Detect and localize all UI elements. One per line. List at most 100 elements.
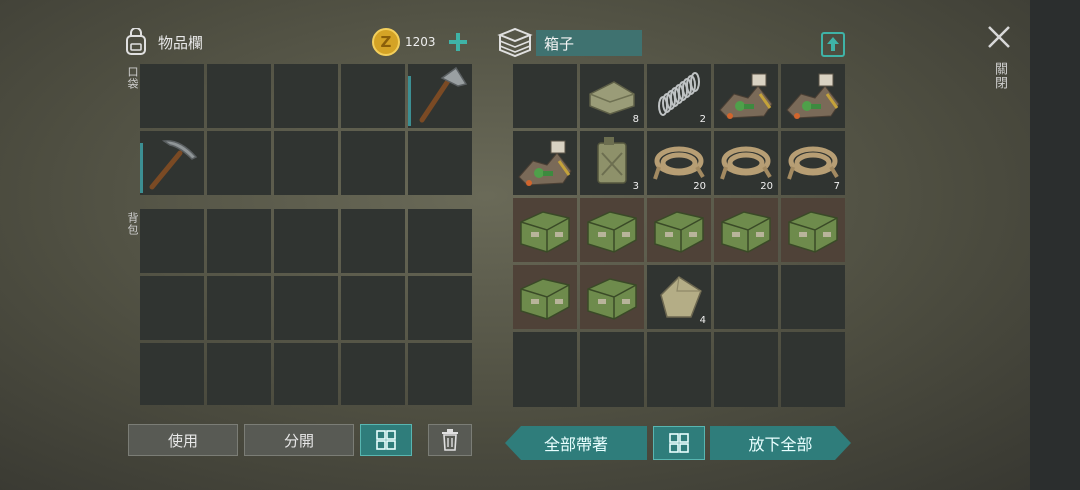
container-slot[interactable] <box>781 393 845 407</box>
pocket-slot[interactable] <box>207 131 271 195</box>
pocket-slot[interactable] <box>274 64 338 128</box>
close-icon[interactable] <box>986 24 1012 50</box>
backpack-slot[interactable] <box>408 276 472 340</box>
currency-amount: 1203 <box>405 35 436 49</box>
container-grid: 8 2 3 20 20 7 4 <box>513 64 845 396</box>
container-slot-cloth[interactable]: 8 <box>580 64 644 128</box>
container-slot[interactable] <box>714 332 778 396</box>
container-slot-crate[interactable] <box>714 198 778 262</box>
scrap-pile-icon <box>518 140 572 186</box>
container-slot[interactable] <box>714 393 778 407</box>
crate-icon <box>520 278 570 320</box>
container-sort-button[interactable] <box>653 426 705 460</box>
container-slot[interactable] <box>647 393 711 407</box>
backpack-slot[interactable] <box>341 343 405 405</box>
container-slot-rope[interactable]: 7 <box>781 131 845 195</box>
pocket-slot-axe[interactable] <box>408 64 472 128</box>
crate-icon <box>587 278 637 320</box>
container-slot-spring[interactable]: 2 <box>647 64 711 128</box>
sort-button[interactable] <box>360 424 412 456</box>
trash-icon <box>442 429 458 451</box>
svg-text:Z: Z <box>381 33 392 51</box>
backpack-label: 背包 <box>126 212 139 236</box>
coin-icon: Z <box>372 28 400 56</box>
pocket-label: 口袋 <box>126 66 139 90</box>
scrap-pile-icon <box>719 73 773 119</box>
item-quantity: 20 <box>693 181 706 192</box>
container-slot-rope[interactable]: 20 <box>647 131 711 195</box>
container-slot[interactable] <box>714 265 778 329</box>
close-label[interactable]: 關閉 <box>990 62 1009 90</box>
upload-icon[interactable] <box>820 30 846 58</box>
backpack-icon <box>126 28 146 55</box>
currency-display: Z 1203 <box>371 27 468 57</box>
container-slot-crate[interactable] <box>580 265 644 329</box>
backpack-slot[interactable] <box>408 343 472 405</box>
item-quantity: 7 <box>833 181 840 192</box>
pocket-slot[interactable] <box>408 131 472 195</box>
pocket-slot[interactable] <box>341 131 405 195</box>
backpack-slot[interactable] <box>207 343 271 405</box>
scrap-pile-icon <box>786 73 840 119</box>
trash-button[interactable] <box>428 424 472 456</box>
drop-all-button[interactable]: 放下全部 <box>710 426 851 460</box>
pocket-grid <box>140 64 472 195</box>
take-all-button[interactable]: 全部帶著 <box>505 426 647 460</box>
container-grid-overflow <box>513 393 845 407</box>
container-slot-crate[interactable] <box>647 198 711 262</box>
use-button[interactable]: 使用 <box>128 424 238 456</box>
backpack-slot[interactable] <box>341 276 405 340</box>
container-slot-jerrycan[interactable]: 3 <box>580 131 644 195</box>
item-quantity: 3 <box>632 181 639 192</box>
pocket-slot-pickaxe[interactable] <box>140 131 204 195</box>
add-currency-icon[interactable] <box>448 32 468 52</box>
backpack-slot[interactable] <box>408 209 472 273</box>
item-quantity: 8 <box>632 114 639 125</box>
backpack-slot[interactable] <box>341 209 405 273</box>
container-slot[interactable] <box>580 393 644 407</box>
crate-icon <box>587 211 637 253</box>
container-slot[interactable] <box>513 64 577 128</box>
container-slot-scrap-pile[interactable] <box>714 64 778 128</box>
sort-grid-icon <box>669 433 689 453</box>
inventory-header: 物品欄 <box>122 28 203 56</box>
backpack-slot[interactable] <box>140 209 204 273</box>
container-slot-crate[interactable] <box>513 198 577 262</box>
pocket-slot[interactable] <box>341 64 405 128</box>
container-slot-rope[interactable]: 20 <box>714 131 778 195</box>
backpack-grid <box>140 209 472 405</box>
container-slot-crate[interactable] <box>513 265 577 329</box>
item-quantity: 20 <box>760 181 773 192</box>
container-slot[interactable] <box>580 332 644 396</box>
container-slot[interactable] <box>513 332 577 396</box>
container-slot-scrap-pile[interactable] <box>781 64 845 128</box>
container-slot-sack[interactable]: 4 <box>647 265 711 329</box>
container-slot[interactable] <box>781 332 845 396</box>
crate-icon <box>520 211 570 253</box>
backpack-slot[interactable] <box>274 209 338 273</box>
backpack-slot[interactable] <box>274 276 338 340</box>
container-slot[interactable] <box>513 393 577 407</box>
backpack-slot[interactable] <box>207 276 271 340</box>
backpack-slot[interactable] <box>274 343 338 405</box>
backpack-slot[interactable] <box>140 343 204 405</box>
container-slot-scrap-pile[interactable] <box>513 131 577 195</box>
item-quantity: 2 <box>699 114 706 125</box>
container-slot[interactable] <box>647 332 711 396</box>
crate-icon <box>654 211 704 253</box>
backpack-slot[interactable] <box>140 276 204 340</box>
item-quantity: 4 <box>699 315 706 326</box>
backpack-slot[interactable] <box>207 209 271 273</box>
axe-icon <box>419 66 468 123</box>
container-slot[interactable] <box>781 265 845 329</box>
side-strip <box>1030 0 1080 490</box>
container-slot-crate[interactable] <box>781 198 845 262</box>
pocket-slot[interactable] <box>207 64 271 128</box>
sort-grid-icon <box>376 430 396 450</box>
split-button[interactable]: 分開 <box>244 424 354 456</box>
pocket-slot[interactable] <box>274 131 338 195</box>
pocket-slot[interactable] <box>140 64 204 128</box>
inventory-title: 物品欄 <box>158 33 204 52</box>
container-slot-crate[interactable] <box>580 198 644 262</box>
crate-icon <box>788 211 838 253</box>
